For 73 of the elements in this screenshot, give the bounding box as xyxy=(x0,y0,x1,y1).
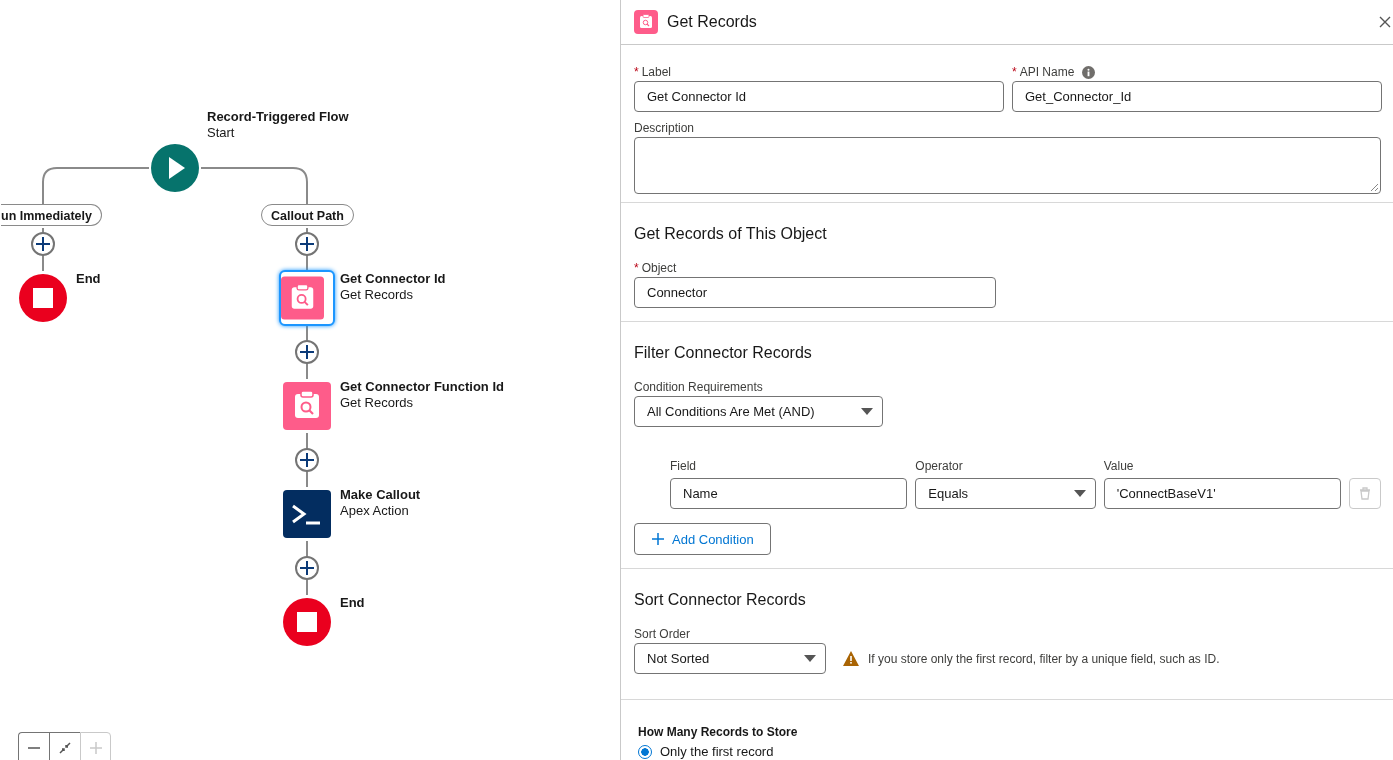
radio-button[interactable] xyxy=(638,744,652,759)
node-subtitle: Start xyxy=(207,125,236,141)
operator-dropdown[interactable]: Equals xyxy=(915,478,1096,509)
connector-line xyxy=(42,254,44,272)
field-label: Field xyxy=(670,458,697,475)
description-textarea[interactable] xyxy=(634,137,1381,194)
add-element-icon[interactable] xyxy=(295,232,319,256)
info-icon[interactable] xyxy=(1082,65,1096,79)
connector-line xyxy=(306,432,308,450)
field-label: API Name xyxy=(1019,65,1075,79)
section-heading: Get Records of This Object xyxy=(634,225,828,243)
trash-icon xyxy=(1359,487,1371,500)
section-heading: How Many Records to Store xyxy=(638,725,799,739)
path-label: un Immediately xyxy=(1,204,102,226)
close-icon[interactable] xyxy=(1379,16,1391,28)
api-name-input[interactable]: Get_Connector_Id xyxy=(1012,81,1382,112)
required-mark: * xyxy=(1012,65,1017,79)
stop-icon[interactable] xyxy=(19,274,67,322)
clipboard-search-icon xyxy=(634,10,658,34)
connector-line xyxy=(306,362,308,380)
clipboard-search-icon xyxy=(281,274,324,322)
resize-grip-icon[interactable] xyxy=(1370,183,1378,191)
value-input[interactable]: 'ConnectBaseV1' xyxy=(1103,478,1341,509)
field-label: Operator xyxy=(915,458,964,475)
connector-line xyxy=(306,540,308,558)
field-label: Value xyxy=(1103,458,1135,475)
sort-order-dropdown[interactable]: Not Sorted xyxy=(634,643,826,674)
condition-requirements-dropdown[interactable]: All Conditions Are Met (AND) xyxy=(634,396,883,427)
caret-icon xyxy=(804,654,816,663)
object-input[interactable]: Connector xyxy=(634,277,996,308)
connector-line xyxy=(306,578,308,596)
add-element-icon[interactable] xyxy=(31,232,55,256)
terminal-icon xyxy=(283,490,331,538)
add-element-icon[interactable] xyxy=(295,448,319,472)
node-subtitle: Get Records xyxy=(340,287,414,303)
section-heading: Filter Connector Records xyxy=(634,344,813,362)
field-label: Condition Requirements xyxy=(634,379,764,396)
plus-icon xyxy=(88,741,103,755)
caret-icon xyxy=(861,407,873,416)
field-input[interactable]: Name xyxy=(670,478,908,509)
node-title: Get Connector Id xyxy=(340,271,446,287)
caret-icon xyxy=(1073,489,1086,498)
field-label: Description xyxy=(634,121,695,135)
add-element-icon[interactable] xyxy=(295,340,319,364)
required-mark: * xyxy=(634,65,639,79)
fit-view-button[interactable] xyxy=(49,732,80,760)
section-heading: Sort Connector Records xyxy=(634,591,807,609)
node-title: Record-Triggered Flow xyxy=(207,109,349,125)
field-label: Label xyxy=(641,65,672,79)
add-condition-button[interactable]: Add Condition xyxy=(634,523,771,555)
node-title: End xyxy=(76,271,101,287)
required-mark: * xyxy=(634,261,639,275)
clipboard-search-icon xyxy=(283,382,331,430)
stop-icon[interactable] xyxy=(283,598,331,646)
label-input[interactable]: Get Connector Id xyxy=(634,81,1004,112)
add-element-icon[interactable] xyxy=(295,556,319,580)
path-label: Callout Path xyxy=(261,204,354,226)
collapse-arrows-icon xyxy=(58,741,72,755)
connector-line xyxy=(306,470,308,488)
node-title: Get Connector Function Id xyxy=(340,379,504,395)
node-title: Make Callout xyxy=(340,487,421,503)
radio-label: Only the first record xyxy=(660,744,774,759)
zoom-out-button[interactable] xyxy=(18,732,49,760)
field-label: Sort Order xyxy=(634,626,691,643)
field-label: Object xyxy=(641,261,677,275)
warning-icon xyxy=(843,651,859,666)
node-subtitle: Get Records xyxy=(340,395,414,411)
warning-text: If you store only the first record, filter by a unique field, such as ID. xyxy=(868,651,1220,666)
node-subtitle: Apex Action xyxy=(340,503,410,519)
start-icon[interactable] xyxy=(151,144,199,192)
plus-icon xyxy=(652,533,664,545)
node-title: End xyxy=(340,595,365,611)
panel-title: Get Records xyxy=(667,13,757,31)
